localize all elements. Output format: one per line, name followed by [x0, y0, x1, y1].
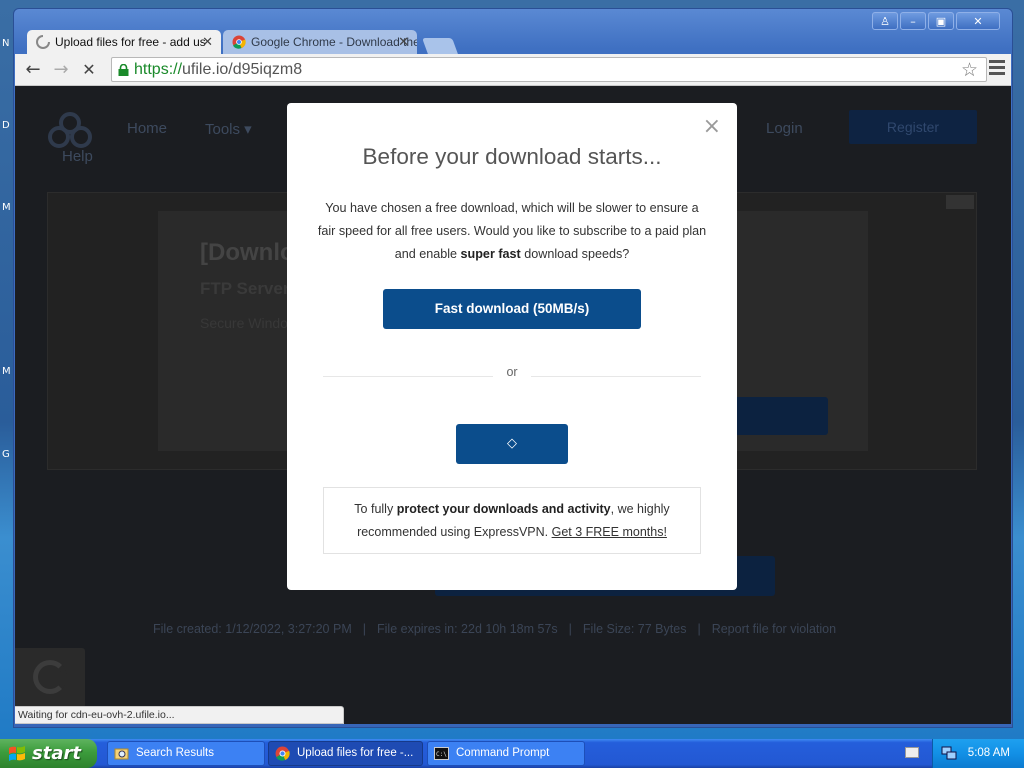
clock[interactable]: 5:08 AM: [968, 739, 1010, 768]
separator: |: [697, 622, 701, 636]
start-label: start: [32, 743, 81, 764]
desktop-icon-label[interactable]: N: [2, 38, 9, 49]
network-icon[interactable]: [941, 746, 957, 760]
file-expires: File expires in: 22d 10h 18m 57s: [377, 622, 558, 636]
desktop-icon-label[interactable]: D: [2, 120, 10, 131]
modal-message: You have chosen a free download, which w…: [317, 197, 707, 266]
file-created: File created: 1/12/2022, 3:27:20 PM: [153, 622, 352, 636]
desktop-icon-label[interactable]: M: [2, 202, 11, 213]
minimize-button[interactable]: –: [900, 12, 926, 30]
message-text: download speeds?: [520, 247, 630, 261]
status-bubble: Waiting for cdn-eu-ovh-2.ufile.io...: [15, 706, 344, 724]
tab-close-icon[interactable]: ✕: [398, 30, 409, 54]
register-button[interactable]: Register: [849, 110, 977, 144]
expressvpn-offer-link[interactable]: Get 3 FREE months!: [552, 525, 667, 539]
file-size: File Size: 77 Bytes: [582, 622, 687, 636]
chrome-icon: [232, 35, 246, 49]
keyboard-icon[interactable]: [905, 747, 919, 758]
ad-subtitle: FTP Server: [200, 279, 290, 298]
tab-ufile[interactable]: Upload files for free - add us ✕: [27, 30, 221, 54]
bookmark-star-icon[interactable]: ☆: [961, 59, 978, 82]
taskbar-item-label: Search Results: [136, 747, 214, 759]
fast-download-button[interactable]: Fast download (50MB/s): [383, 289, 641, 329]
vpn-recommendation: To fully protect your downloads and acti…: [323, 487, 701, 554]
or-separator: or: [506, 365, 518, 379]
command-prompt-icon: C:\: [434, 747, 449, 760]
system-tray: 5:08 AM: [932, 739, 1024, 768]
modal-title: Before your download starts...: [362, 144, 662, 169]
url-path: ufile.io/d95iqzm8: [182, 61, 303, 78]
chrome-menu-button[interactable]: [989, 60, 1005, 78]
taskbar-item-chrome[interactable]: Upload files for free -...: [268, 741, 423, 766]
tab-title: Upload files for free - add us: [55, 35, 206, 49]
taskbar-item-label: Command Prompt: [456, 747, 550, 759]
tab-title: Google Chrome - Download the: [251, 35, 417, 49]
vpn-emphasis: protect your downloads and activity: [396, 502, 611, 516]
ad-text: Secure Windo: [200, 315, 288, 331]
recaptcha-badge[interactable]: [15, 648, 85, 708]
message-emphasis: super fast: [460, 247, 521, 261]
tab-chrome-download[interactable]: Google Chrome - Download the ✕: [223, 30, 417, 54]
ad-title: [Downlo: [200, 239, 295, 266]
slow-download-button[interactable]: ◇: [456, 424, 568, 464]
nav-help[interactable]: Help: [62, 148, 93, 165]
modal-close-button[interactable]: ×: [703, 115, 721, 139]
lock-icon: [118, 64, 129, 76]
browser-toolbar: ← → ✕ https://ufile.io/d95iqzm8 ☆: [15, 54, 1011, 86]
start-button[interactable]: start: [0, 739, 97, 768]
tab-strip: Upload files for free - add us ✕ Google …: [13, 28, 458, 54]
url-scheme: https://: [134, 61, 183, 78]
download-modal: × Before your download starts... You hav…: [287, 103, 737, 590]
svg-text:C:\: C:\: [436, 751, 447, 758]
folder-search-icon: [114, 748, 129, 760]
taskbar-item-search-results[interactable]: Search Results: [107, 741, 265, 766]
new-tab-button[interactable]: [422, 38, 458, 54]
back-button[interactable]: ←: [21, 58, 45, 82]
forward-button[interactable]: →: [49, 58, 73, 82]
desktop-icon-label[interactable]: G: [2, 449, 10, 460]
taskbar: start Search Results Upload files for fr…: [0, 739, 1024, 768]
window-controls: ♙ – ▣ ✕: [872, 12, 1000, 30]
loading-spinner-icon: [36, 35, 50, 49]
file-info-footer: File created: 1/12/2022, 3:27:20 PM | File…: [153, 622, 836, 636]
taskbar-item-label: Upload files for free -...: [297, 747, 414, 759]
tab-close-icon[interactable]: ✕: [202, 30, 213, 54]
nav-login[interactable]: Login: [766, 120, 803, 137]
ufile-logo-icon: [48, 112, 92, 148]
address-bar[interactable]: https://ufile.io/d95iqzm8 ☆: [111, 57, 987, 82]
separator: |: [362, 622, 366, 636]
recaptcha-icon: [33, 660, 67, 694]
separator: |: [568, 622, 572, 636]
maximize-button[interactable]: ▣: [928, 12, 954, 30]
stop-loading-button[interactable]: ✕: [77, 58, 101, 82]
ad-close-icon[interactable]: [946, 195, 974, 209]
report-link[interactable]: Report file for violation: [712, 622, 836, 636]
desktop-icon-label[interactable]: M: [2, 366, 11, 377]
vpn-text: To fully: [354, 502, 397, 516]
profile-button[interactable]: ♙: [872, 12, 898, 30]
taskbar-item-command-prompt[interactable]: C:\ Command Prompt: [427, 741, 585, 766]
chrome-icon: [275, 746, 290, 761]
nav-home[interactable]: Home: [127, 120, 167, 137]
windows-flag-icon: [9, 746, 25, 761]
nav-tools[interactable]: Tools ▾: [205, 120, 252, 138]
close-window-button[interactable]: ✕: [956, 12, 1000, 30]
